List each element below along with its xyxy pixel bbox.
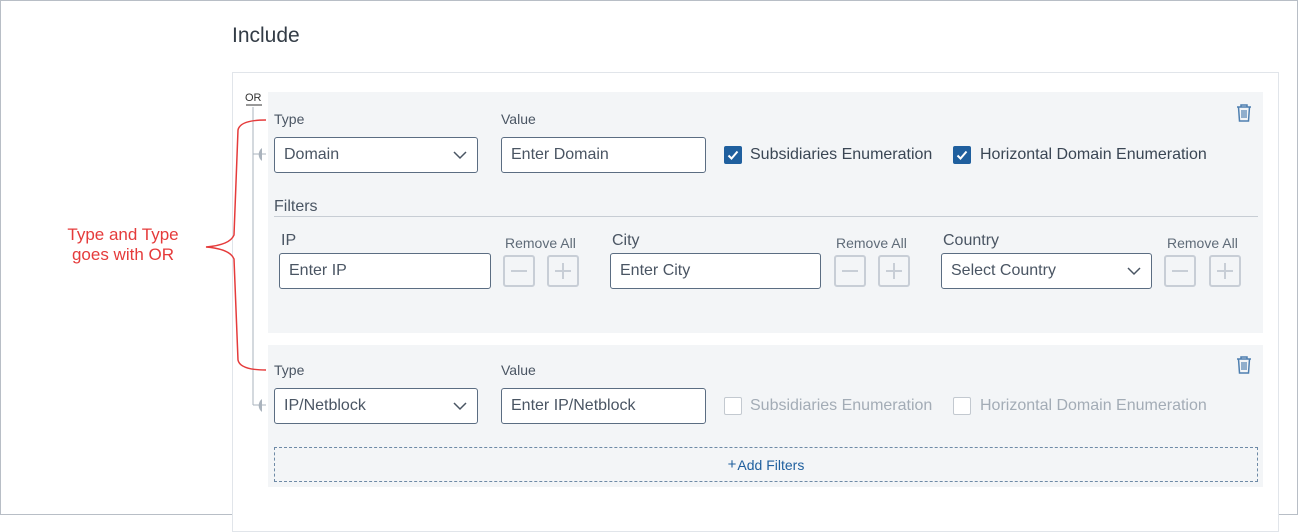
type-select[interactable]: Domain: [274, 137, 478, 173]
chevron-down-icon: [453, 402, 467, 411]
type-select-value: Domain: [284, 146, 340, 163]
rule-block-1: [268, 92, 1263, 333]
value-label: Value: [501, 362, 536, 378]
filter-ip-remove-all[interactable]: Remove All: [505, 235, 576, 251]
subsidiaries-checkbox[interactable]: [724, 397, 742, 415]
plus-icon: [555, 263, 571, 279]
annotation-line-1: Type and Type: [67, 225, 179, 244]
annotation-note: Type and Type goes with OR: [40, 225, 206, 265]
filter-country-remove-all[interactable]: Remove All: [1167, 235, 1238, 251]
netblock-value-input[interactable]: Enter IP/Netblock: [501, 388, 706, 424]
annotation-line-2: goes with OR: [71, 245, 175, 264]
subsidiaries-label: Subsidiaries Enumeration: [750, 146, 933, 163]
subsidiaries-label: Subsidiaries Enumeration: [750, 397, 933, 414]
horizontal-domain-checkbox[interactable]: [953, 146, 971, 164]
filter-city-plus-button[interactable]: [878, 255, 910, 287]
check-icon: [956, 150, 968, 160]
check-icon: [727, 150, 739, 160]
filter-city-placeholder: Enter City: [620, 262, 691, 279]
chevron-down-icon: [1127, 267, 1141, 276]
add-filters-button[interactable]: + Add Filters: [274, 447, 1258, 482]
plus-icon: [1217, 263, 1233, 279]
subsidiaries-checkbox[interactable]: [724, 146, 742, 164]
type-label: Type: [274, 362, 305, 378]
domain-value-placeholder: Enter Domain: [511, 146, 609, 163]
filter-ip-label: IP: [281, 232, 297, 249]
filter-country-placeholder: Select Country: [951, 262, 1056, 279]
domain-value-input[interactable]: Enter Domain: [501, 137, 706, 173]
or-label: OR: [245, 92, 262, 104]
add-filters-label: Add Filters: [737, 456, 805, 473]
filters-label: Filters: [274, 198, 318, 215]
minus-icon: [511, 270, 527, 272]
filter-country-plus-button[interactable]: [1209, 255, 1241, 287]
filter-country-minus-button[interactable]: [1164, 255, 1196, 287]
trash-icon[interactable]: [1235, 355, 1253, 375]
chevron-down-icon: [453, 151, 467, 160]
filter-city-label: City: [612, 232, 640, 249]
type-label: Type: [274, 111, 305, 127]
horizontal-domain-label: Horizontal Domain Enumeration: [980, 397, 1207, 414]
filter-country-label: Country: [943, 232, 1000, 249]
plus-icon: +: [727, 456, 737, 473]
plus-icon: [886, 263, 902, 279]
filter-city-remove-all[interactable]: Remove All: [836, 235, 907, 251]
horizontal-domain-label: Horizontal Domain Enumeration: [980, 146, 1207, 163]
filter-ip-input[interactable]: Enter IP: [279, 253, 491, 289]
netblock-value-placeholder: Enter IP/Netblock: [511, 397, 636, 414]
section-title: Include: [232, 24, 300, 47]
filter-ip-minus-button[interactable]: [503, 255, 535, 287]
filter-city-input[interactable]: Enter City: [610, 253, 821, 289]
minus-icon: [842, 270, 858, 272]
filters-divider: [274, 216, 1258, 217]
type-select-value: IP/Netblock: [284, 397, 366, 414]
filter-ip-placeholder: Enter IP: [289, 262, 347, 279]
trash-icon[interactable]: [1235, 103, 1253, 123]
value-label: Value: [501, 111, 536, 127]
filter-city-minus-button[interactable]: [834, 255, 866, 287]
horizontal-domain-checkbox[interactable]: [953, 397, 971, 415]
minus-icon: [1172, 270, 1188, 272]
filter-country-select[interactable]: Select Country: [941, 253, 1152, 289]
filter-ip-plus-button[interactable]: [547, 255, 579, 287]
type-select[interactable]: IP/Netblock: [274, 388, 478, 424]
